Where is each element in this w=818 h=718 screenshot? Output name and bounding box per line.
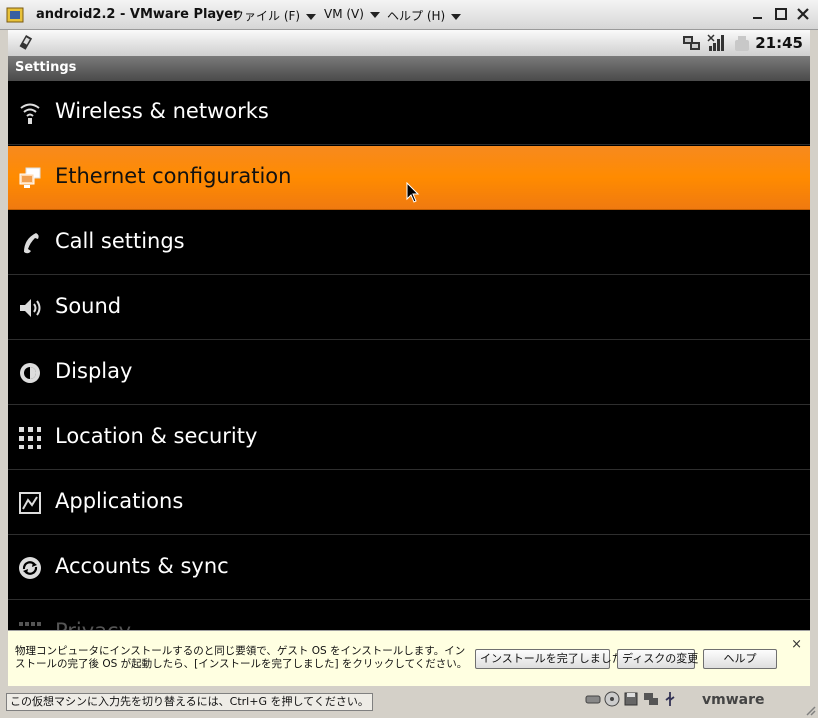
install-infobar: 物理コンピュータにインストールするのと同じ要領で、ゲスト OS をインストールし… (8, 630, 810, 686)
window-title: android2.2 - VMware Player (36, 7, 240, 22)
grid-lock-icon (19, 427, 41, 449)
settings-item-label: Location & security (55, 424, 258, 448)
help-button[interactable]: ヘルプ (703, 649, 777, 669)
page-title: Settings (15, 60, 77, 75)
maximize-icon[interactable] (773, 6, 789, 22)
settings-item-applications[interactable]: Applications (8, 471, 810, 535)
vmware-app-icon[interactable] (6, 6, 24, 24)
phone-icon (24, 233, 39, 254)
network-adapter-icon[interactable] (643, 691, 659, 707)
settings-item-accounts[interactable]: Accounts & sync (8, 536, 810, 600)
vm-screen[interactable]: 21:45 Settings Wireless & networks Ether… (8, 30, 810, 630)
mouse-cursor-icon (406, 182, 420, 203)
settings-item-sound[interactable]: Sound (8, 276, 810, 340)
debug-phone-icon (19, 34, 33, 50)
resize-grip-icon[interactable] (804, 704, 816, 716)
minimize-icon[interactable] (750, 6, 766, 22)
bottom-statusbar: この仮想マシンに入力先を切り替えるには、Ctrl+G を押してください。 vmw… (0, 688, 818, 718)
sync-icon (19, 557, 41, 579)
battery-icon (735, 36, 749, 51)
install-message: 物理コンピュータにインストールするのと同じ要領で、ゲスト OS をインストールし… (15, 645, 468, 670)
settings-item-wireless[interactable]: Wireless & networks (8, 81, 810, 145)
settings-item-label: Applications (55, 489, 184, 513)
settings-item-label: Sound (55, 294, 122, 318)
window-titlebar: android2.2 - VMware Player ファイル (F) VM (… (0, 0, 818, 30)
network-icon (683, 36, 700, 50)
chevron-down-icon (306, 13, 317, 20)
settings-item-label: Accounts & sync (55, 554, 229, 578)
usb-icon[interactable] (662, 691, 678, 707)
menu-vm[interactable]: VM (V) (324, 7, 380, 21)
settings-item-label: Wireless & networks (55, 99, 269, 123)
finish-install-button[interactable]: インストールを完了しました (475, 649, 623, 669)
change-disk-button[interactable]: ディスクの変更 (617, 649, 698, 669)
android-statusbar: 21:45 (8, 30, 810, 56)
brightness-icon (20, 363, 40, 383)
settings-item-privacy[interactable]: Privacy (8, 601, 810, 630)
clock: 21:45 (755, 34, 803, 52)
settings-item-call[interactable]: Call settings (8, 211, 810, 275)
vmware-logo: vmware (702, 692, 765, 708)
settings-item-label: Display (55, 359, 133, 383)
input-hint: この仮想マシンに入力先を切り替えるには、Ctrl+G を押してください。 (6, 693, 373, 711)
settings-item-location[interactable]: Location & security (8, 406, 810, 470)
close-icon[interactable]: × (791, 637, 802, 652)
close-icon[interactable] (795, 6, 811, 22)
settings-item-label: Call settings (55, 229, 185, 253)
settings-list[interactable]: Wireless & networks Ethernet configurati… (8, 81, 810, 630)
settings-item-display[interactable]: Display (8, 341, 810, 405)
signal-icon (707, 34, 724, 51)
settings-item-label: Privacy (55, 619, 131, 630)
menu-file[interactable]: ファイル (F) (232, 7, 317, 24)
hdd-icon[interactable] (585, 691, 601, 707)
settings-header: Settings (8, 56, 810, 81)
cdrom-icon[interactable] (604, 691, 620, 707)
menu-help[interactable]: ヘルプ (H) (387, 7, 462, 24)
floppy-icon[interactable] (623, 691, 639, 707)
wifi-icon (20, 103, 40, 124)
ethernet-icon (19, 167, 41, 188)
apps-icon (19, 492, 41, 514)
privacy-icon (19, 622, 41, 626)
chevron-down-icon (451, 13, 462, 20)
speaker-icon (20, 299, 41, 317)
settings-item-label: Ethernet configuration (55, 164, 292, 188)
chevron-down-icon (369, 11, 380, 18)
